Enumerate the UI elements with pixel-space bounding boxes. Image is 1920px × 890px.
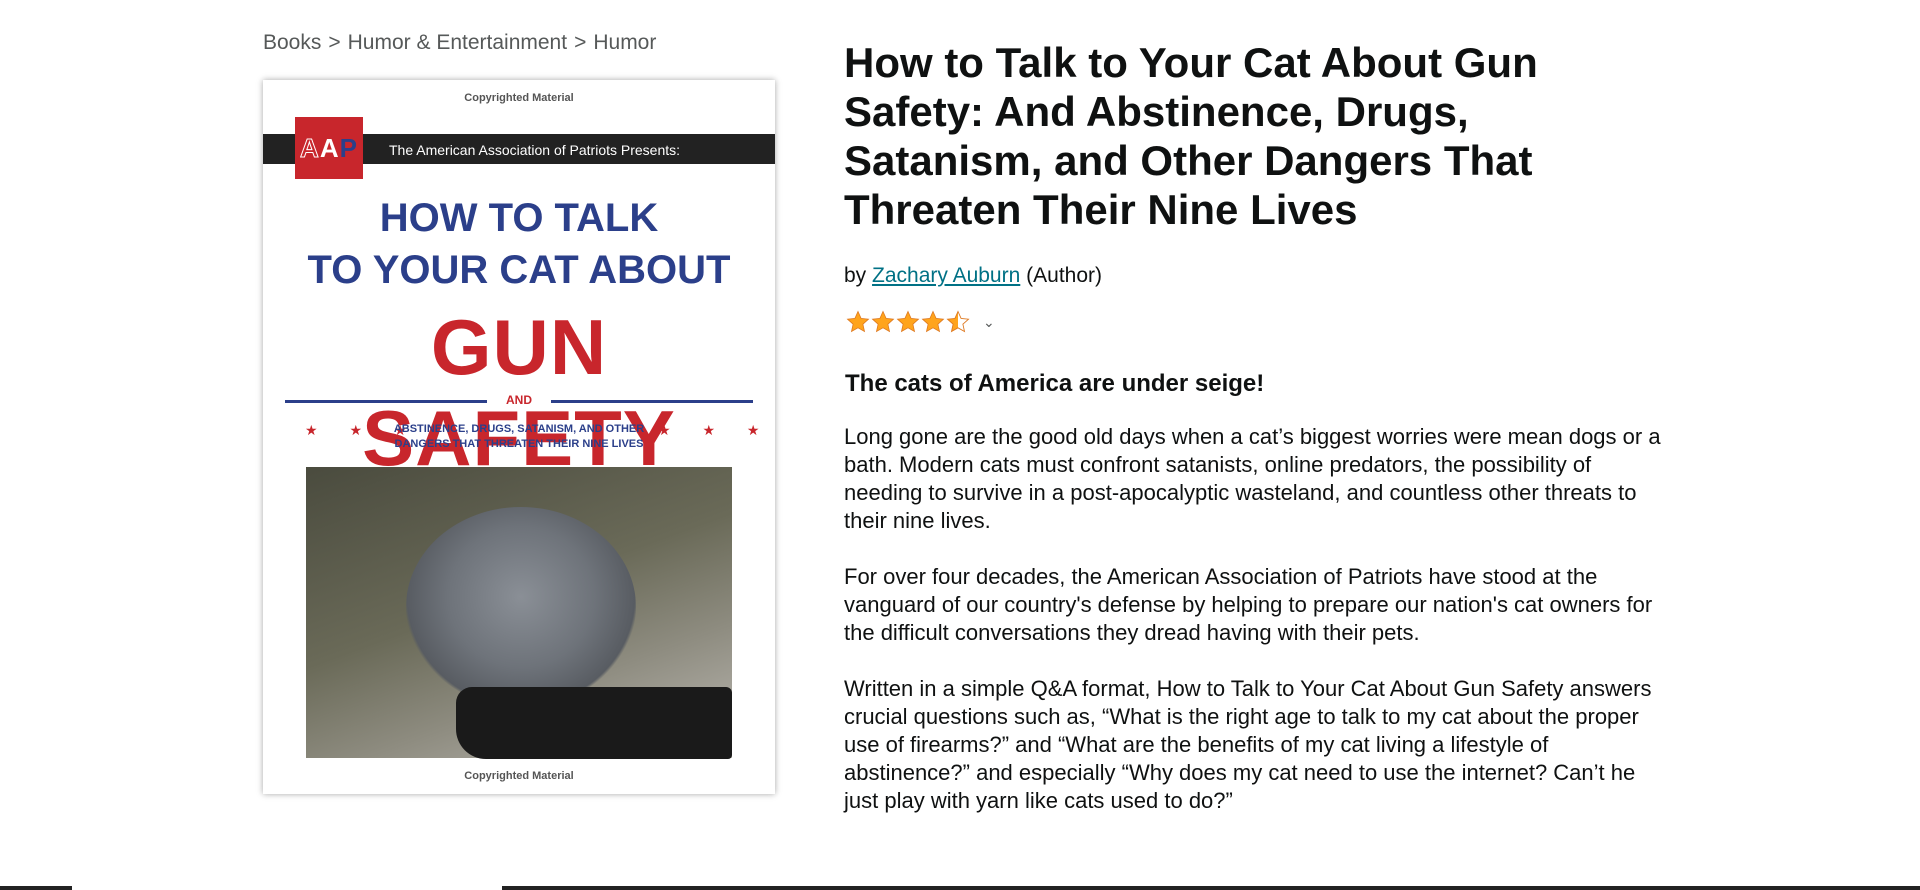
breadcrumb-separator: > [574, 31, 587, 54]
cover-band-text: The American Association of Patriots Pre… [389, 142, 681, 158]
star-half-icon [946, 310, 970, 333]
breadcrumb: Books > Humor & Entertainment > Humor [263, 31, 656, 55]
breadcrumb-separator: > [328, 31, 341, 54]
kitten-photo [306, 467, 732, 759]
description-headline: The cats of America are under seige! [845, 370, 1265, 397]
product-title: How to Talk to Your Cat About Gun Safety… [844, 39, 1538, 233]
star-full-icon [921, 310, 945, 333]
pistol [456, 687, 732, 759]
star-full-icon [846, 310, 870, 333]
star-rating[interactable]: ⌄ [846, 310, 995, 334]
description-paragraph: For over four decades, the American Asso… [844, 564, 1653, 645]
star-full-icon [896, 310, 920, 333]
aap-logo: AAP [295, 117, 363, 179]
product-description: The cats of America are under seige! Lon… [844, 370, 1674, 843]
description-paragraph: Long gone are the good old days when a c… [844, 424, 1661, 533]
cover-copyright-bottom: Copyrighted Material [464, 770, 574, 782]
cover-copyright-top: Copyrighted Material [464, 92, 574, 104]
cover-subtitle: ABSTINENCE, DRUGS, SATANISM, AND OTHER D… [393, 423, 645, 450]
breadcrumb-item-books[interactable]: Books [263, 31, 321, 54]
author-link[interactable]: Zachary Auburn [872, 264, 1020, 287]
byline: by Zachary Auburn (Author) [844, 264, 1102, 288]
book-cover-image[interactable]: Copyrighted Material The American Associ… [263, 80, 775, 794]
chevron-down-icon[interactable]: ⌄ [983, 314, 995, 331]
breadcrumb-item-humor[interactable]: Humor [593, 31, 656, 54]
bottom-divider [0, 886, 1920, 890]
kitten [406, 507, 636, 707]
description-paragraph: Written in a simple Q&A format, How to T… [844, 676, 1652, 813]
star-full-icon [871, 310, 895, 333]
cover-and: AND [506, 393, 532, 407]
by-prefix: by [844, 264, 867, 287]
author-role: (Author) [1026, 264, 1102, 287]
cover-title: HOW TO TALK TO YOUR CAT ABOUT [307, 196, 731, 292]
breadcrumb-item-humor-entertainment[interactable]: Humor & Entertainment [348, 31, 567, 54]
